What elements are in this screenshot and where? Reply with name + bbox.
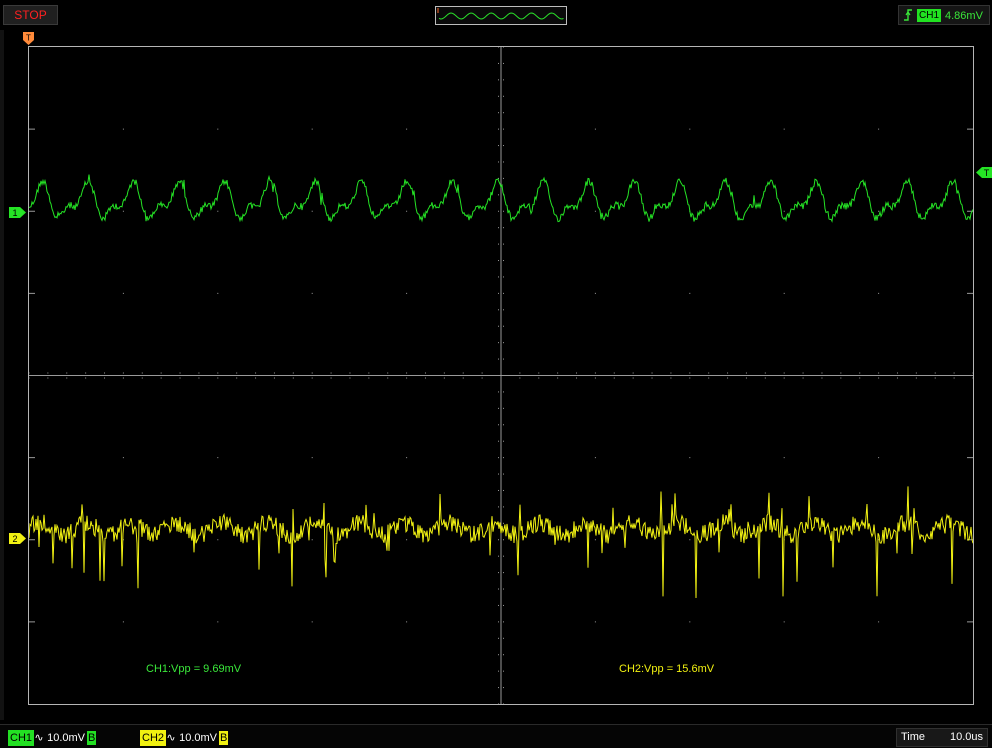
ch2-vpp-measurement: CH2:Vpp = 15.6mV: [619, 663, 715, 675]
trigger-level-value: 4.86mV: [945, 10, 983, 22]
window-edge: [0, 30, 4, 720]
trigger-source-badge: CH1: [917, 9, 942, 22]
timebase-setting[interactable]: Time 10.0us: [896, 728, 988, 747]
bottom-status-bar: CH1 ∿ 10.0mV B CH2 ∿ 10.0mV B Time 10.0us: [0, 724, 992, 748]
timebase-value: 10.0us: [949, 731, 983, 743]
ch2-tag: CH2: [140, 730, 167, 746]
ch2-bandwidth-limit: B: [219, 731, 229, 745]
scope-screen[interactable]: [28, 46, 974, 705]
ch1-vpp-measurement: CH1:Vpp = 9.69mV: [146, 663, 242, 675]
ch1-scale: 10.0mV: [47, 732, 85, 744]
ch1-ground-label: 1: [12, 208, 17, 218]
ch1-tag: CH1: [8, 730, 35, 746]
ch2-ground-marker[interactable]: 2: [9, 533, 26, 544]
timebase-label: Time: [901, 731, 926, 743]
ch2-scale: 10.0mV: [179, 732, 217, 744]
trigger-position-label: T: [26, 34, 31, 43]
waveform-overview[interactable]: [435, 6, 567, 25]
trigger-level-label: T: [984, 168, 990, 178]
rising-edge-icon: [904, 9, 912, 21]
trigger-status[interactable]: CH1 4.86mV: [898, 5, 990, 25]
trigger-position-marker[interactable]: T: [23, 32, 34, 45]
ch1-bandwidth-limit: B: [87, 731, 97, 745]
ch1-ground-marker[interactable]: 1: [9, 207, 26, 218]
graticule: [29, 47, 973, 704]
run-stop-button[interactable]: STOP: [3, 5, 58, 25]
ch2-ground-label: 2: [12, 534, 17, 544]
trigger-level-marker[interactable]: T: [976, 167, 992, 178]
ch2-settings[interactable]: CH2 ∿ 10.0mV B: [140, 729, 229, 747]
ac-coupling-icon: ∿: [34, 732, 44, 744]
waveform-display: [29, 47, 973, 704]
ac-coupling-icon: ∿: [166, 732, 176, 744]
overview-wave: [437, 8, 564, 20]
top-status-bar: STOP CH1 4.86mV: [0, 0, 992, 30]
ch1-settings[interactable]: CH1 ∿ 10.0mV B: [8, 729, 97, 747]
